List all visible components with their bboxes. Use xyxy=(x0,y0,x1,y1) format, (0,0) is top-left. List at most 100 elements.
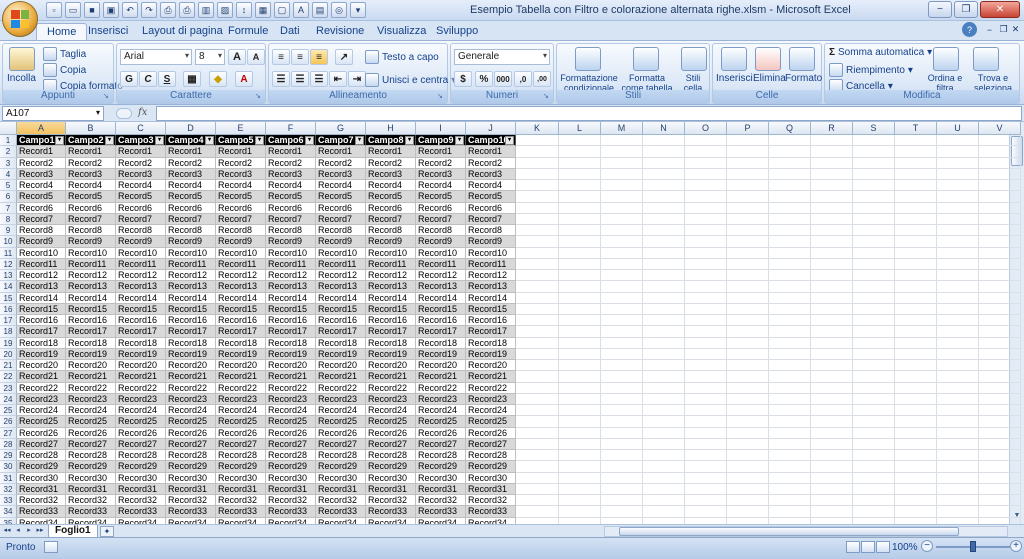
empty-cell[interactable] xyxy=(559,247,601,259)
empty-cell[interactable] xyxy=(979,337,1021,349)
table-cell[interactable]: Record28 xyxy=(416,450,466,462)
conditional-formatting-icon[interactable] xyxy=(575,47,601,71)
column-header[interactable]: R xyxy=(811,122,853,135)
empty-cell[interactable] xyxy=(895,382,937,394)
table-cell[interactable]: Record24 xyxy=(466,405,516,417)
empty-cell[interactable] xyxy=(727,315,769,327)
table-cell[interactable]: Record17 xyxy=(166,326,216,338)
table-cell[interactable]: Record5 xyxy=(366,191,416,203)
table-cell[interactable]: Record13 xyxy=(466,281,516,293)
column-header[interactable]: J xyxy=(466,122,516,135)
table-cell[interactable]: Record5 xyxy=(416,191,466,203)
format-cells-button[interactable]: Formato xyxy=(785,73,822,84)
empty-cell[interactable] xyxy=(559,438,601,450)
empty-cell[interactable] xyxy=(979,393,1021,405)
row-header[interactable]: 32 xyxy=(0,483,17,495)
insert-cells-icon[interactable] xyxy=(721,47,747,71)
tab-sviluppo[interactable]: Sviluppo xyxy=(426,23,488,40)
table-cell[interactable]: Record27 xyxy=(216,438,266,450)
empty-cell[interactable] xyxy=(895,483,937,495)
camera-icon[interactable]: ◎ xyxy=(331,2,347,18)
empty-cell[interactable] xyxy=(769,236,811,248)
table-cell[interactable]: Record27 xyxy=(166,438,216,450)
empty-cell[interactable] xyxy=(559,270,601,282)
table-cell[interactable]: Record4 xyxy=(266,180,316,192)
empty-cell[interactable] xyxy=(727,382,769,394)
redo-icon[interactable]: ↷ xyxy=(141,2,157,18)
empty-cell[interactable] xyxy=(727,461,769,473)
table-cell[interactable]: Record5 xyxy=(17,191,66,203)
column-header[interactable]: O xyxy=(685,122,727,135)
filter-dropdown-icon[interactable]: ▾ xyxy=(55,136,64,145)
row-header[interactable]: 6 xyxy=(0,191,17,203)
empty-cell[interactable] xyxy=(853,146,895,158)
empty-cell[interactable] xyxy=(559,371,601,383)
table-cell[interactable]: Record27 xyxy=(316,438,366,450)
empty-cell[interactable] xyxy=(559,483,601,495)
table-cell[interactable]: Record15 xyxy=(316,303,366,315)
column-header[interactable]: Q xyxy=(769,122,811,135)
empty-cell[interactable] xyxy=(853,506,895,518)
empty-cell[interactable] xyxy=(643,303,685,315)
empty-cell[interactable] xyxy=(727,495,769,507)
empty-cell[interactable] xyxy=(895,146,937,158)
table-cell[interactable]: Record5 xyxy=(216,191,266,203)
table-cell[interactable]: Record26 xyxy=(216,427,266,439)
empty-cell[interactable] xyxy=(643,270,685,282)
row-header[interactable]: 20 xyxy=(0,348,17,360)
table-cell[interactable]: Record13 xyxy=(166,281,216,293)
table-cell[interactable]: Record9 xyxy=(366,236,416,248)
empty-cell[interactable] xyxy=(643,236,685,248)
empty-cell[interactable] xyxy=(601,258,643,270)
empty-cell[interactable] xyxy=(895,281,937,293)
tab-dati[interactable]: Dati xyxy=(270,23,310,40)
empty-cell[interactable] xyxy=(685,438,727,450)
table-cell[interactable]: Record10 xyxy=(316,247,366,259)
empty-cell[interactable] xyxy=(601,236,643,248)
table-cell[interactable]: Record3 xyxy=(466,168,516,180)
empty-cell[interactable] xyxy=(559,495,601,507)
table-cell[interactable]: Record7 xyxy=(316,213,366,225)
empty-cell[interactable] xyxy=(979,450,1021,462)
empty-cell[interactable] xyxy=(559,506,601,518)
empty-cell[interactable] xyxy=(811,247,853,259)
table-cell[interactable]: Record16 xyxy=(216,315,266,327)
table-cell[interactable]: Record24 xyxy=(316,405,366,417)
table-cell[interactable]: Record30 xyxy=(17,472,66,484)
empty-cell[interactable] xyxy=(727,281,769,293)
table-cell[interactable]: Record1 xyxy=(116,146,166,158)
empty-cell[interactable] xyxy=(811,135,853,147)
table-cell[interactable]: Record31 xyxy=(166,483,216,495)
table-cell[interactable]: Record21 xyxy=(316,371,366,383)
table-cell[interactable]: Record22 xyxy=(116,382,166,394)
empty-cell[interactable] xyxy=(769,461,811,473)
empty-cell[interactable] xyxy=(643,315,685,327)
table-cell[interactable]: Record7 xyxy=(416,213,466,225)
empty-cell[interactable] xyxy=(937,157,979,169)
row-header[interactable]: 28 xyxy=(0,438,17,450)
table-cell[interactable]: Record1 xyxy=(266,146,316,158)
table-cell[interactable]: Record14 xyxy=(166,292,216,304)
table-cell[interactable]: Record29 xyxy=(116,461,166,473)
zoom-out-icon[interactable]: − xyxy=(921,540,933,552)
table-cell[interactable]: Record25 xyxy=(266,416,316,428)
empty-cell[interactable] xyxy=(979,191,1021,203)
table-cell[interactable]: Record16 xyxy=(266,315,316,327)
table-cell[interactable]: Record12 xyxy=(216,270,266,282)
empty-cell[interactable] xyxy=(895,292,937,304)
table-cell[interactable]: Record19 xyxy=(216,348,266,360)
zoom-slider-thumb[interactable] xyxy=(970,541,976,552)
empty-cell[interactable] xyxy=(643,416,685,428)
table-cell[interactable]: Record2 xyxy=(17,157,66,169)
table-cell[interactable]: Record25 xyxy=(466,416,516,428)
empty-cell[interactable] xyxy=(937,225,979,237)
empty-cell[interactable] xyxy=(811,348,853,360)
empty-cell[interactable] xyxy=(895,450,937,462)
table-cell[interactable]: Record10 xyxy=(116,247,166,259)
table-cell[interactable]: Record32 xyxy=(366,495,416,507)
empty-cell[interactable] xyxy=(516,438,559,450)
empty-cell[interactable] xyxy=(727,393,769,405)
row-header[interactable]: 22 xyxy=(0,371,17,383)
table-cell[interactable]: Record18 xyxy=(416,337,466,349)
new-icon[interactable]: ▫ xyxy=(46,2,62,18)
